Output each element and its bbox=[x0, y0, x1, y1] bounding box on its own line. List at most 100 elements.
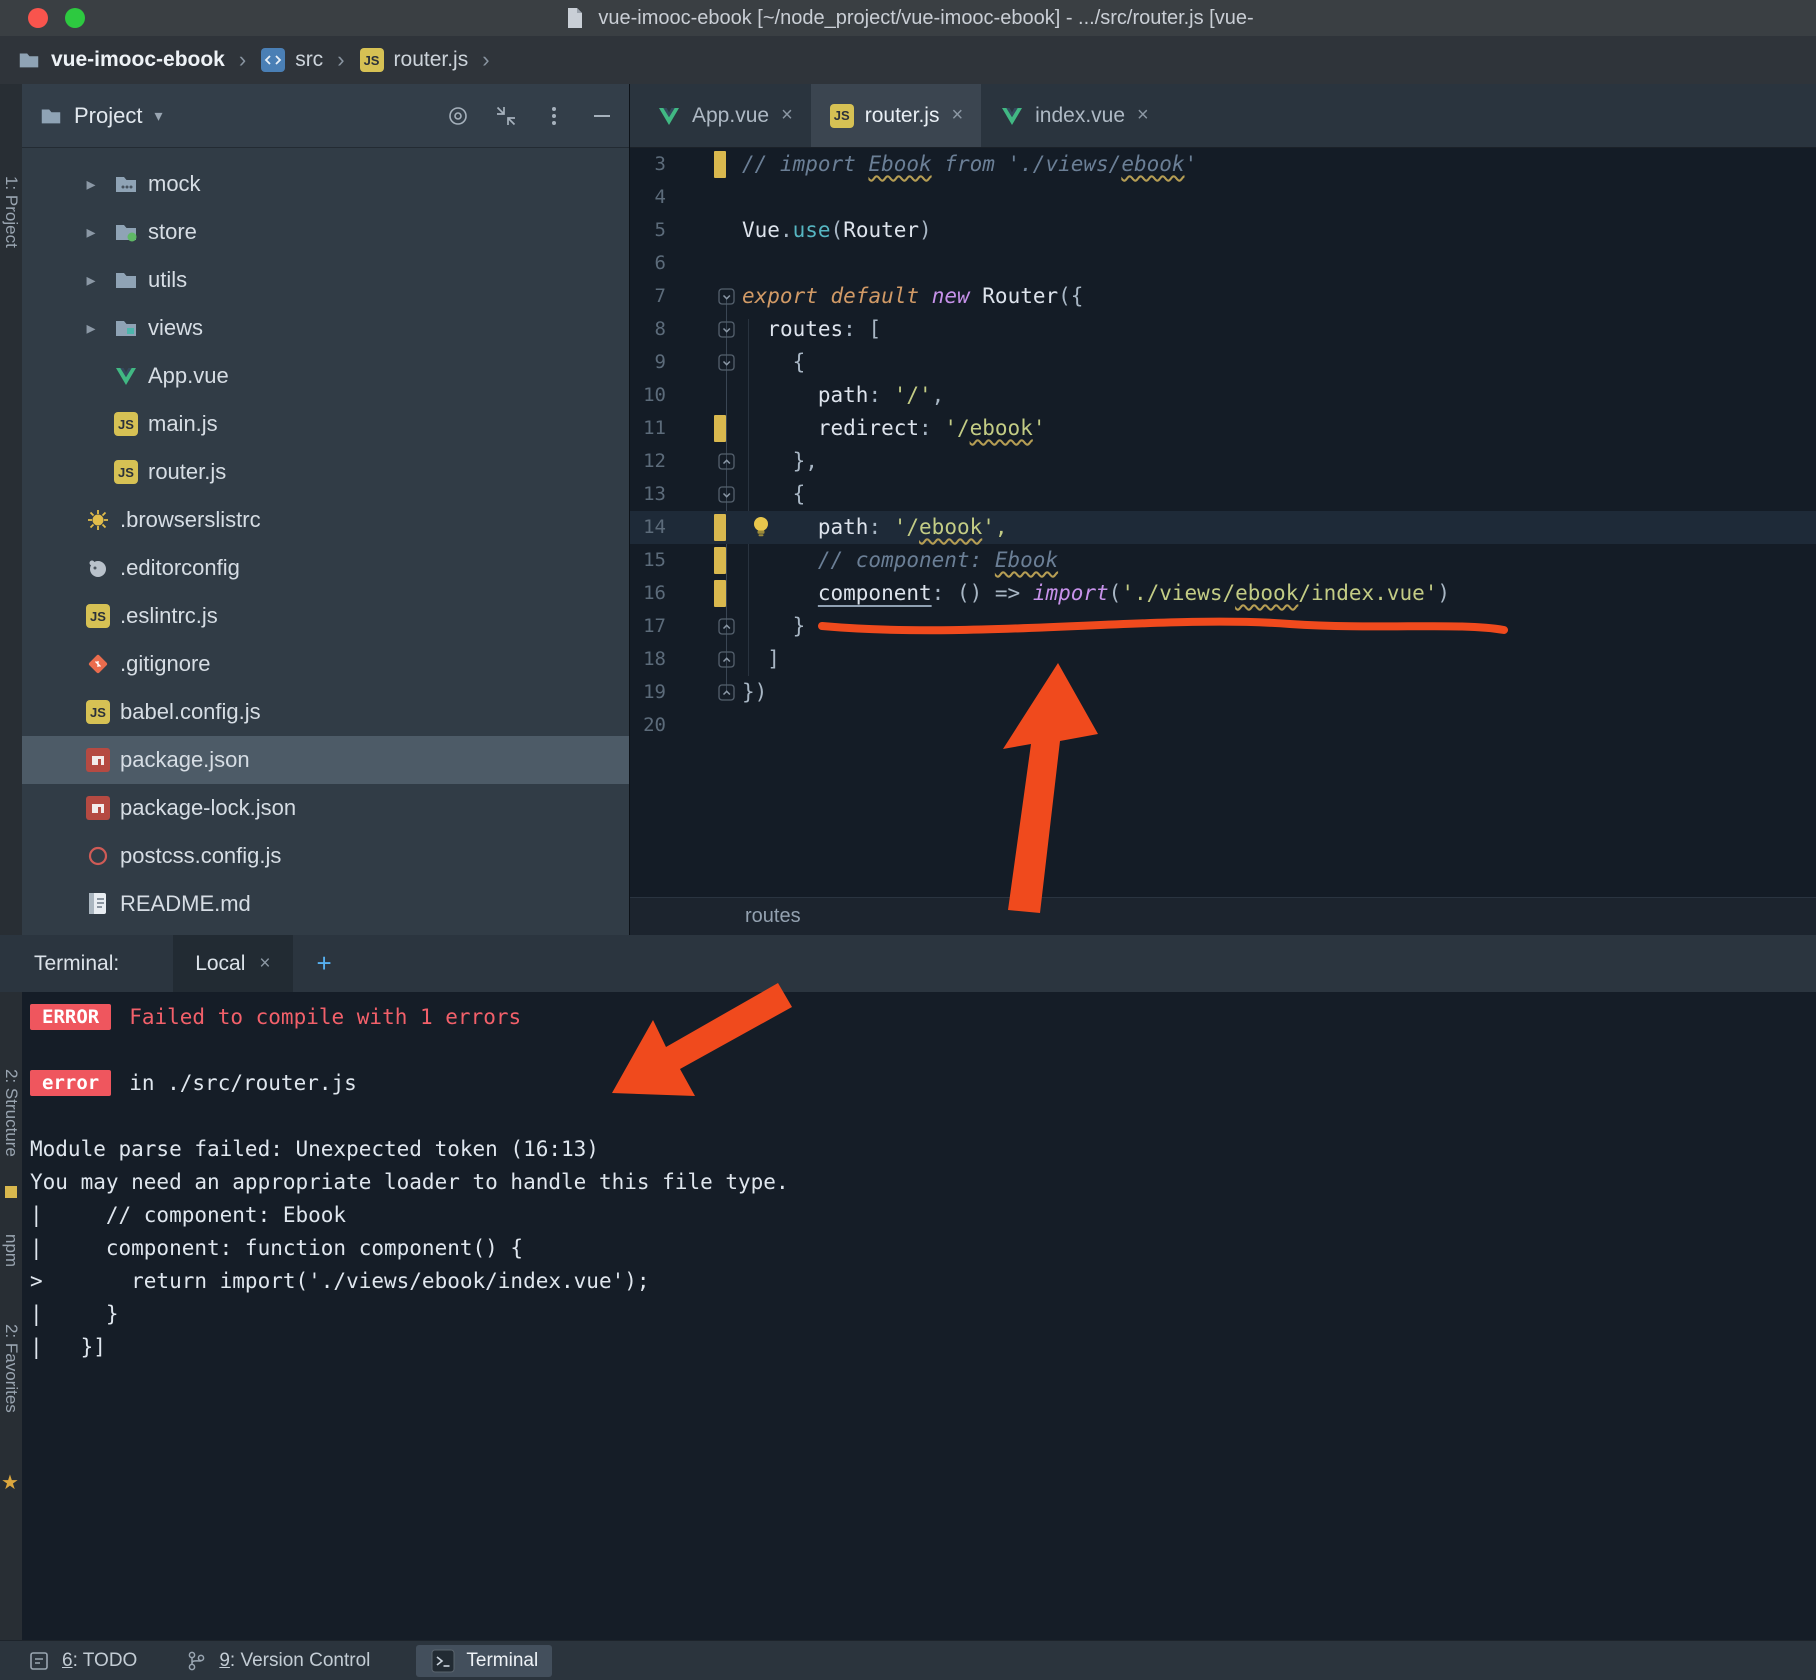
new-terminal-button[interactable]: + bbox=[317, 948, 332, 979]
fold-open-icon[interactable] bbox=[718, 321, 736, 339]
line-number[interactable]: 9 bbox=[630, 346, 666, 379]
stripe-item-npm[interactable]: npm bbox=[1, 1234, 21, 1267]
js-icon: JS bbox=[85, 699, 111, 725]
stripe-change-mark bbox=[5, 1186, 17, 1198]
tree-item-postcss-config-js[interactable]: postcss.config.js bbox=[22, 832, 629, 880]
line-number[interactable]: 13 bbox=[630, 478, 666, 511]
options-kebab-button[interactable] bbox=[541, 103, 567, 129]
tab-index-vue[interactable]: index.vue × bbox=[981, 84, 1167, 147]
chevron-right-icon[interactable]: ▸ bbox=[78, 222, 104, 243]
window-title: vue-imooc-ebook [~/node_project/vue-imoo… bbox=[562, 5, 1254, 31]
line-number[interactable]: 10 bbox=[630, 379, 666, 412]
tree-item-gitignore[interactable]: .gitignore bbox=[22, 640, 629, 688]
line-number[interactable]: 8 bbox=[630, 313, 666, 346]
editor-breadcrumb-label[interactable]: routes bbox=[745, 905, 801, 928]
tree-item-main-js[interactable]: JS main.js bbox=[22, 400, 629, 448]
project-tree: ▸ mock ▸ store ▸ utils ▸ views App.vue JS main.js J… bbox=[22, 148, 629, 928]
tree-item-label: store bbox=[148, 219, 197, 244]
npm-icon bbox=[85, 795, 111, 821]
code-area: 3 // import Ebook from './views/ebook' 4 5 V… bbox=[630, 148, 1816, 897]
tree-item-views[interactable]: ▸ views bbox=[22, 304, 629, 352]
fold-open-icon[interactable] bbox=[718, 486, 736, 504]
line-number[interactable]: 12 bbox=[630, 445, 666, 478]
stripe-item-structure[interactable]: 2: Structure bbox=[1, 1069, 21, 1157]
tree-item-mock[interactable]: ▸ mock bbox=[22, 160, 629, 208]
collapse-all-button[interactable] bbox=[493, 103, 519, 129]
statusbar-todo[interactable]: 6: TODO bbox=[26, 1648, 137, 1674]
breadcrumb: vue-imooc-ebook › src › JS router.js › bbox=[0, 36, 1816, 84]
tree-item-babel-config-js[interactable]: JS babel.config.js bbox=[22, 688, 629, 736]
zoom-window-button[interactable] bbox=[65, 8, 85, 28]
tree-item-eslintrc-js[interactable]: JS .eslintrc.js bbox=[22, 592, 629, 640]
fold-close-icon[interactable] bbox=[718, 651, 736, 669]
status-bar: 6: TODO 9: Version Control Terminal bbox=[0, 1640, 1816, 1680]
code-line-19: 19}) bbox=[630, 676, 1816, 709]
tree-item-router-js[interactable]: JS router.js bbox=[22, 448, 629, 496]
line-number[interactable]: 18 bbox=[630, 643, 666, 676]
todo-icon bbox=[26, 1648, 52, 1674]
tree-item-utils[interactable]: ▸ utils bbox=[22, 256, 629, 304]
fold-open-icon[interactable] bbox=[718, 354, 736, 372]
stripe-item-favorites[interactable]: 2: Favorites bbox=[1, 1324, 21, 1413]
fold-close-icon[interactable] bbox=[718, 618, 736, 636]
editor-breadcrumb[interactable]: routes bbox=[630, 897, 1816, 935]
editorconfig-icon bbox=[85, 555, 111, 581]
chevron-right-icon[interactable]: ▸ bbox=[78, 318, 104, 339]
close-icon[interactable]: × bbox=[1137, 104, 1149, 127]
tree-item-package-lock-json[interactable]: package-lock.json bbox=[22, 784, 629, 832]
line-number[interactable]: 14 bbox=[630, 511, 666, 544]
line-number[interactable]: 4 bbox=[630, 181, 666, 214]
fold-close-icon[interactable] bbox=[718, 453, 736, 471]
code-text: redirect: '/ebook' bbox=[817, 416, 1046, 440]
tree-item-readme-md[interactable]: README.md bbox=[22, 880, 629, 928]
tree-item-label: .gitignore bbox=[120, 651, 211, 676]
tab-router-js[interactable]: JS router.js × bbox=[810, 84, 982, 147]
tree-item-editorconfig[interactable]: .editorconfig bbox=[22, 544, 629, 592]
line-number[interactable]: 6 bbox=[630, 247, 666, 280]
close-icon[interactable]: × bbox=[781, 104, 793, 127]
fold-open-icon[interactable] bbox=[718, 288, 736, 306]
terminal-header: Terminal: Local × + bbox=[0, 935, 1816, 992]
statusbar-terminal[interactable]: Terminal bbox=[416, 1644, 553, 1677]
terminal-status-label: Terminal bbox=[466, 1649, 539, 1671]
terminal-tab-local[interactable]: Local × bbox=[173, 935, 293, 992]
fold-close-icon[interactable] bbox=[718, 684, 736, 702]
chevron-right-icon[interactable]: ▸ bbox=[78, 174, 104, 195]
hide-panel-button[interactable] bbox=[589, 103, 615, 129]
tree-item-label: views bbox=[148, 315, 204, 340]
statusbar-version-control[interactable]: 9: Version Control bbox=[183, 1648, 370, 1674]
chevron-right-icon[interactable]: ▸ bbox=[78, 270, 104, 291]
tree-item-label: main.js bbox=[148, 411, 218, 436]
line-number[interactable]: 3 bbox=[630, 148, 666, 181]
tree-item-store[interactable]: ▸ store bbox=[22, 208, 629, 256]
stripe-item-project[interactable]: 1: Project bbox=[1, 176, 21, 248]
tree-item-browserslistrc[interactable]: .browserslistrc bbox=[22, 496, 629, 544]
line-number[interactable]: 7 bbox=[630, 280, 666, 313]
close-icon[interactable]: × bbox=[951, 104, 963, 127]
vue-icon bbox=[656, 103, 682, 129]
tab-app-vue[interactable]: App.vue × bbox=[638, 84, 811, 147]
js-icon: JS bbox=[113, 411, 139, 437]
close-icon[interactable]: × bbox=[259, 953, 270, 975]
breadcrumb-item-router-js[interactable]: JS router.js bbox=[353, 47, 475, 73]
line-number[interactable]: 17 bbox=[630, 610, 666, 643]
line-number[interactable]: 16 bbox=[630, 577, 666, 610]
line-number[interactable]: 11 bbox=[630, 412, 666, 445]
code-text: }) bbox=[742, 680, 768, 704]
line-number[interactable]: 15 bbox=[630, 544, 666, 577]
breadcrumb-item-vue-imooc-ebook[interactable]: vue-imooc-ebook bbox=[10, 47, 231, 73]
locate-file-button[interactable] bbox=[445, 103, 471, 129]
folder-store-icon bbox=[113, 219, 139, 245]
line-number[interactable]: 20 bbox=[630, 709, 666, 742]
close-window-button[interactable] bbox=[28, 8, 48, 28]
project-panel-title[interactable]: Project bbox=[74, 103, 142, 129]
tree-item-app-vue[interactable]: App.vue bbox=[22, 352, 629, 400]
tree-item-package-json[interactable]: package.json bbox=[22, 736, 629, 784]
chevron-right-icon: › bbox=[238, 47, 247, 72]
line-number[interactable]: 5 bbox=[630, 214, 666, 247]
line-number[interactable]: 19 bbox=[630, 676, 666, 709]
chevron-down-icon[interactable]: ▾ bbox=[154, 106, 162, 126]
breadcrumb-item-src[interactable]: src bbox=[254, 47, 329, 73]
todo-label: : TODO bbox=[72, 1649, 138, 1671]
